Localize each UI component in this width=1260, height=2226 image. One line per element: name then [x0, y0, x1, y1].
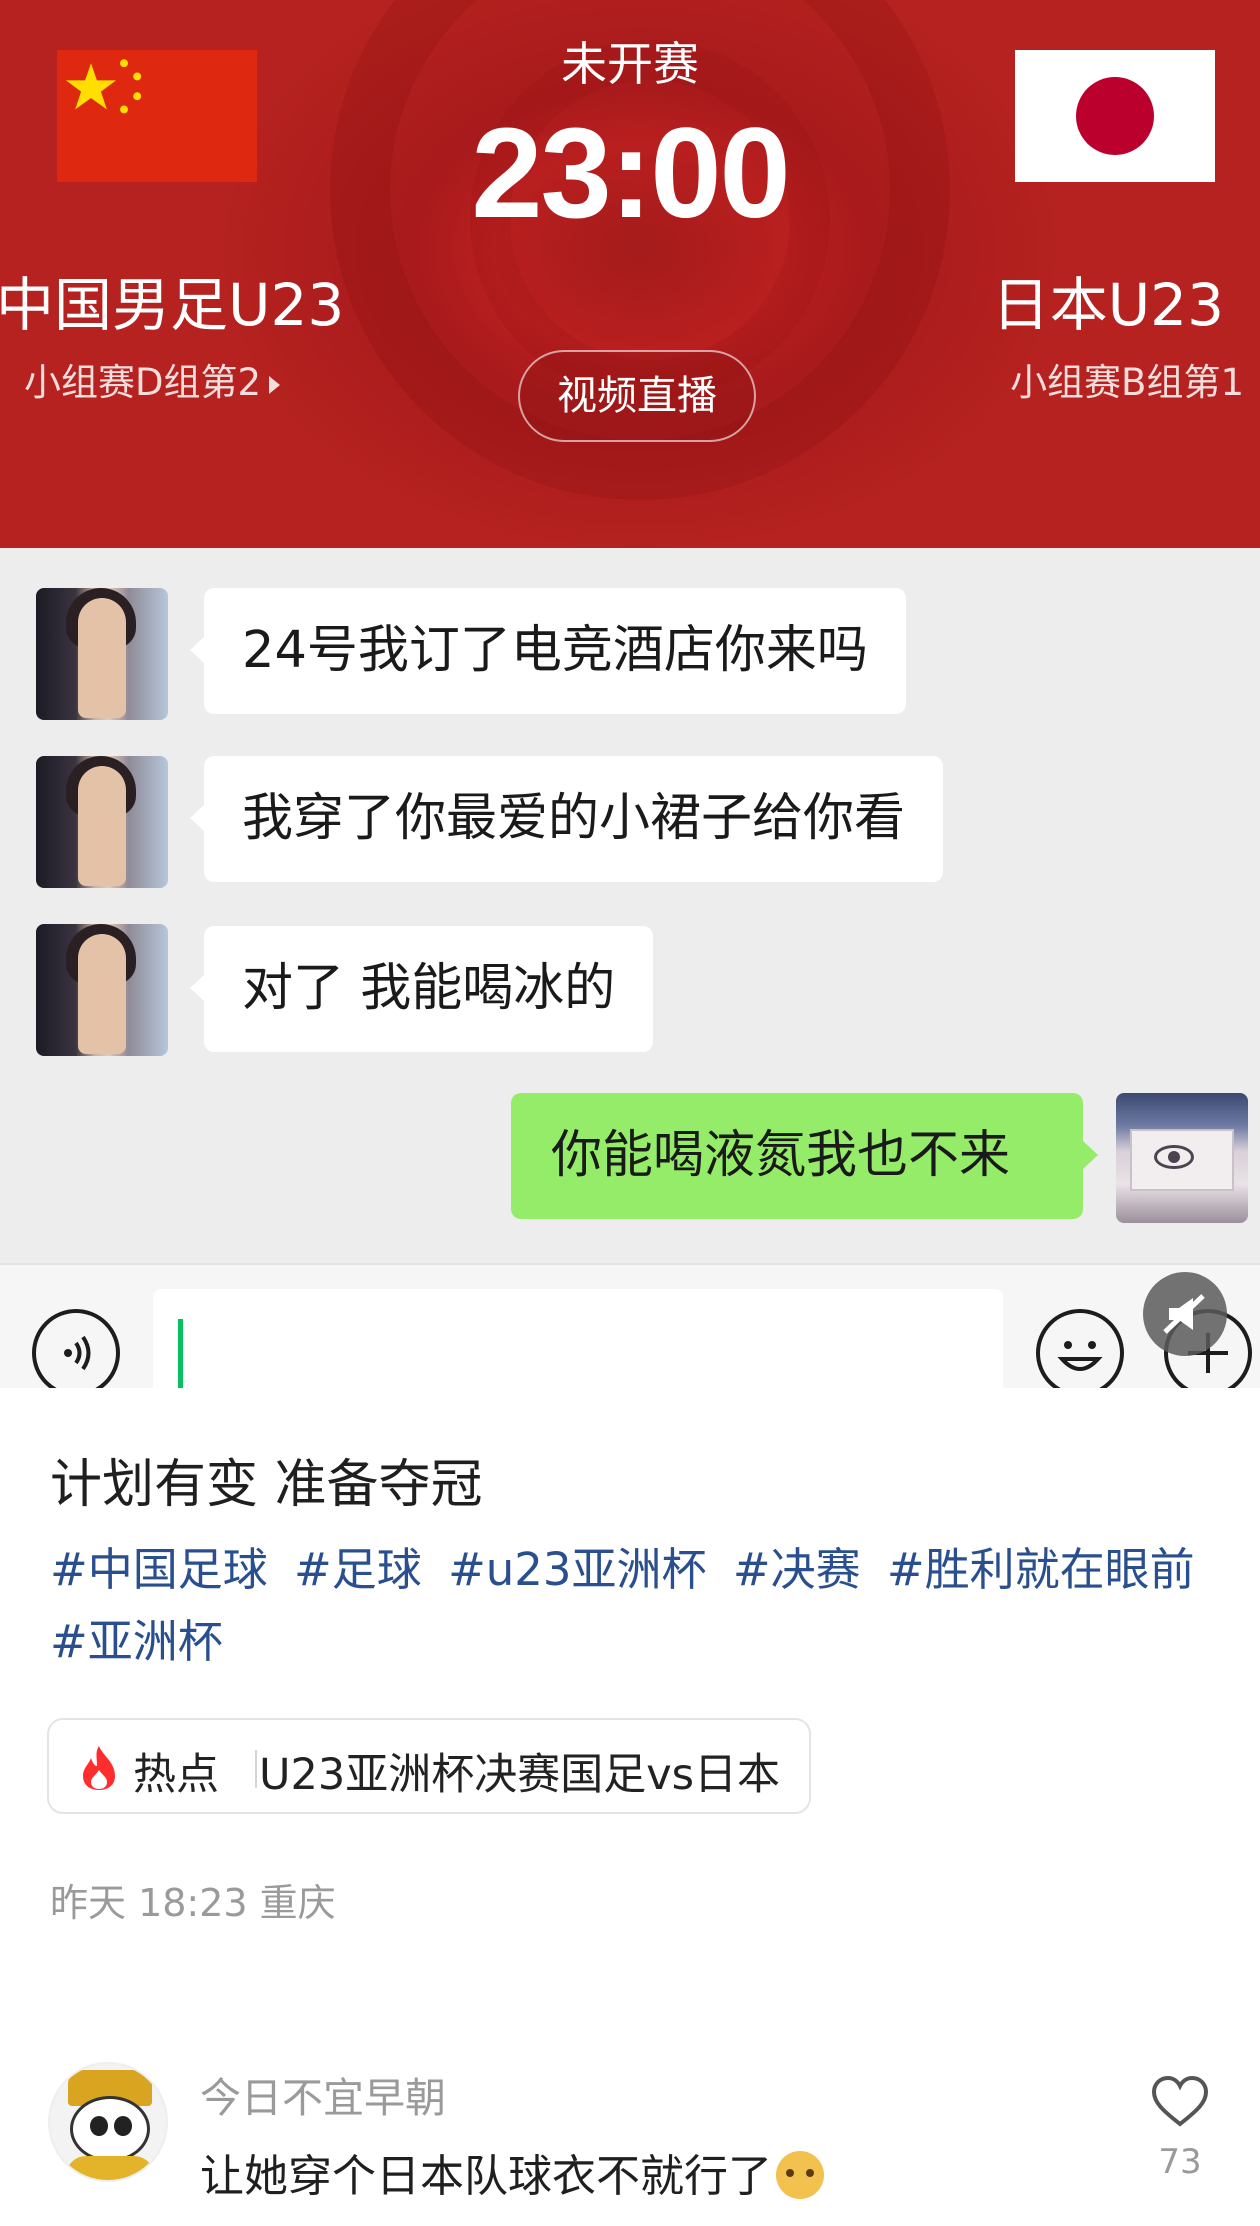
live-video-button[interactable]: 视频直播: [518, 350, 756, 442]
avatar: [36, 924, 168, 1056]
hashtag-link[interactable]: #u23亚洲杯: [448, 1543, 707, 1596]
flame-icon: [83, 1746, 115, 1790]
hot-topic-card[interactable]: 热点 U23亚洲杯决赛国足vs日本: [47, 1718, 811, 1814]
away-team-group: 小组赛B组第1: [1010, 361, 1244, 404]
hashtag-link[interactable]: #亚洲杯: [50, 1615, 223, 1668]
home-team-name[interactable]: 中国男足U23: [0, 258, 344, 342]
match-time: 23:00: [471, 102, 790, 245]
like-count: 73: [1158, 2142, 1202, 2182]
mute-icon[interactable]: [1143, 1272, 1227, 1356]
message-bubble-outgoing: 你能喝液氮我也不来: [511, 1093, 1098, 1219]
hot-label: 热点: [133, 1750, 219, 1800]
hashtag-link[interactable]: #胜利就在眼前: [887, 1543, 1195, 1596]
comment-body: 让她穿个日本队球衣不就行了: [200, 2151, 772, 2202]
chat-input-bar: [0, 1263, 1260, 1388]
voice-icon[interactable]: [32, 1309, 120, 1388]
chat-screenshot: 24号我订了电竞酒店你来吗 我穿了你最爱的小裙子给你看 对了 我能喝冰的 你能喝…: [0, 548, 1260, 1263]
home-team-group-link[interactable]: 小组赛D组第2: [24, 352, 281, 406]
message-bubble-incoming: 对了 我能喝冰的: [189, 926, 654, 1052]
post-meta: 昨天 18:23 重庆: [50, 1881, 336, 1925]
hashtag-link[interactable]: #决赛: [733, 1543, 861, 1596]
divider: [255, 1750, 257, 1788]
avatar: [36, 588, 168, 720]
message-bubble-incoming: 24号我订了电竞酒店你来吗: [190, 588, 906, 714]
hashtag-link[interactable]: #中国足球: [50, 1543, 268, 1596]
comment-username[interactable]: 今日不宜早朝: [200, 2064, 446, 2124]
avatar[interactable]: [48, 2062, 168, 2182]
text-caret: [178, 1319, 183, 1388]
emoji-icon[interactable]: [1036, 1309, 1124, 1388]
avatar: [1116, 1093, 1248, 1223]
comment-text: 让她穿个日本队球衣不就行了: [200, 2140, 824, 2204]
away-team-name[interactable]: 日本U23: [992, 258, 1224, 342]
home-group-label: 小组赛D组第2: [24, 361, 262, 404]
post-title: 计划有变 准备夺冠: [50, 1455, 483, 1515]
avatar: [36, 756, 168, 888]
hashtag-link[interactable]: #足球: [294, 1543, 422, 1596]
heart-icon[interactable]: [1150, 2074, 1210, 2130]
sticker-emoji-icon: [776, 2151, 824, 2199]
message-bubble-incoming: 我穿了你最爱的小裙子给你看: [189, 756, 944, 882]
chevron-right-icon: [269, 375, 281, 394]
message-input[interactable]: [153, 1289, 1003, 1388]
hashtag-list: #中国足球 #足球 #u23亚洲杯 #决赛 #胜利就在眼前 #亚洲杯: [50, 1534, 1230, 1678]
match-banner: 未开赛 23:00 中国男足U23 日本U23 小组赛D组第2 小组赛B组第1 …: [0, 0, 1260, 548]
hot-topic-text: U23亚洲杯决赛国足vs日本: [259, 1750, 781, 1800]
match-status: 未开赛: [561, 37, 699, 91]
